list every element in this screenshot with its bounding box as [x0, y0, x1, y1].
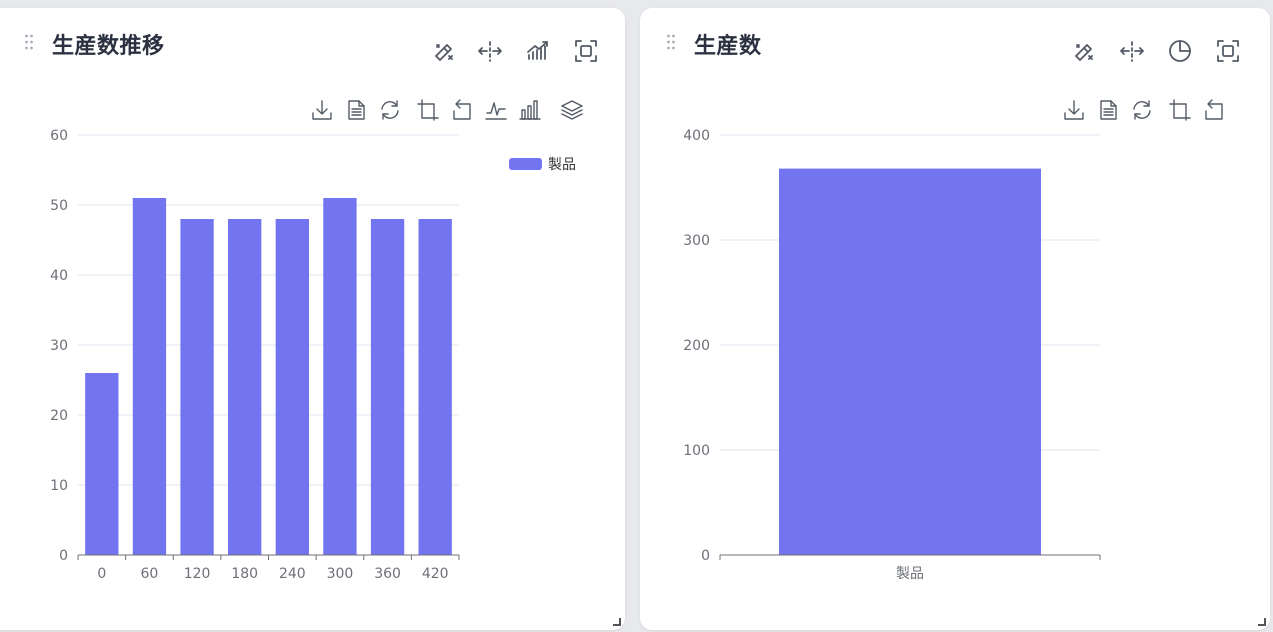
y-tick-label: 300 — [683, 233, 710, 249]
legend-label: 製品 — [548, 157, 576, 173]
panel-production-total: 生産数 0 100 200 300 400 製品 — [640, 8, 1270, 630]
bar — [180, 219, 214, 555]
y-tick-label: 20 — [50, 408, 68, 424]
y-tick-label: 0 — [59, 548, 68, 564]
resize-handle-icon[interactable] — [613, 618, 621, 626]
dashboard-canvas: 生産数推移 0 10 20 30 40 50 60 0 60 120 180 2… — [0, 0, 1273, 632]
x-tick-label: 0 — [97, 566, 106, 582]
y-tick-label: 40 — [50, 268, 68, 284]
y-tick-label: 100 — [683, 443, 710, 459]
y-tick-label: 60 — [50, 128, 68, 144]
resize-handle-icon[interactable] — [1258, 618, 1266, 626]
x-tick-label: 60 — [141, 566, 159, 582]
bar — [275, 219, 309, 555]
bar — [418, 219, 452, 555]
production-trend-chart: 0 10 20 30 40 50 60 0 60 120 180 240 300 360 420 製品 — [50, 128, 576, 582]
x-tick-label: 420 — [422, 566, 449, 582]
y-tick-label: 400 — [683, 128, 710, 144]
x-tick-label: 120 — [184, 566, 211, 582]
production-total-chart: 0 100 200 300 400 製品 — [683, 128, 1101, 582]
y-tick-label: 10 — [50, 478, 68, 494]
bar — [779, 168, 1041, 555]
bar — [228, 219, 262, 555]
bar — [85, 373, 119, 555]
x-tick-label: 300 — [327, 566, 354, 582]
x-tick-label: 製品 — [896, 566, 924, 582]
bar — [370, 219, 405, 555]
y-tick-label: 200 — [683, 338, 710, 354]
x-tick-label: 360 — [374, 566, 401, 582]
bar — [323, 198, 357, 555]
y-tick-label: 0 — [701, 548, 710, 564]
panel-production-trend: 生産数推移 0 10 20 30 40 50 60 0 60 120 180 2… — [0, 8, 625, 630]
legend-swatch — [509, 158, 542, 170]
y-tick-label: 30 — [50, 338, 68, 354]
bar — [132, 198, 167, 555]
x-tick-label: 180 — [231, 566, 258, 582]
y-tick-label: 50 — [50, 198, 68, 214]
x-tick-label: 240 — [279, 566, 306, 582]
